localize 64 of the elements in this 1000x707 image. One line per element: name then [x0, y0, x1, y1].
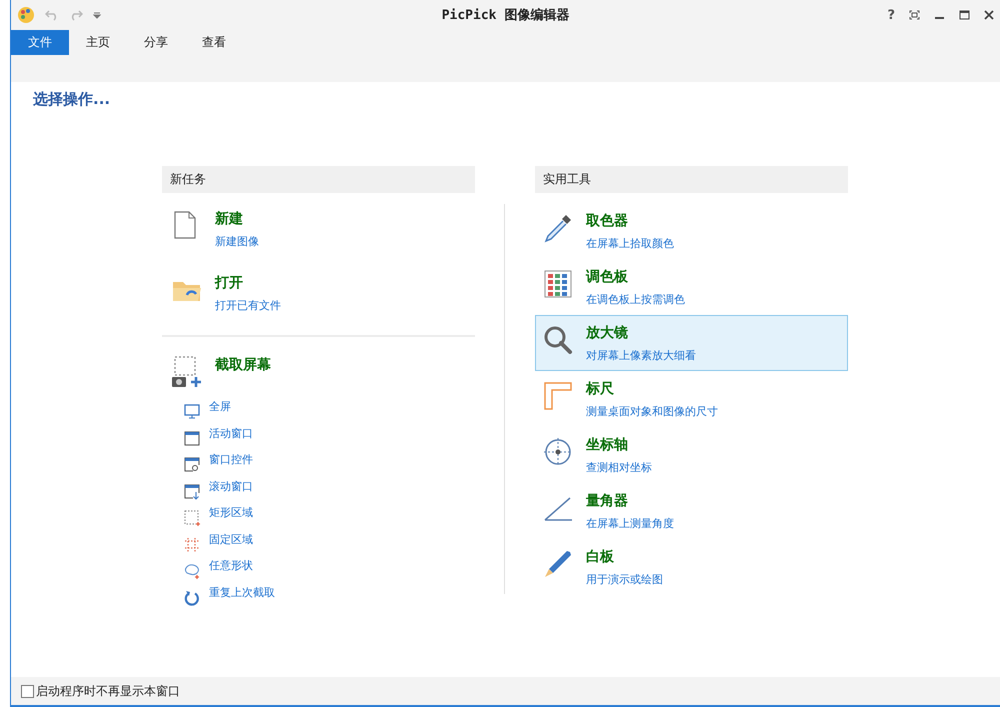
ruler-icon — [542, 380, 574, 412]
ribbon-tab[interactable]: 分享 — [127, 30, 185, 55]
tool-title: 量角器 — [586, 492, 628, 510]
ribbon-tab[interactable]: 文件 — [11, 30, 69, 55]
task-title[interactable]: 打开 — [215, 274, 243, 292]
tool-title: 坐标轴 — [586, 436, 628, 454]
lasso-icon — [184, 563, 200, 580]
tool-description: 在屏幕上测量角度 — [586, 516, 674, 531]
window-search-icon — [184, 457, 200, 474]
tool-description: 测量桌面对象和图像的尺寸 — [586, 404, 718, 419]
tool-description: 在调色板上按需调色 — [586, 292, 685, 307]
capture-option[interactable]: 窗口控件 — [209, 452, 253, 467]
monitor-icon — [184, 404, 200, 420]
checkbox-label[interactable]: 启动程序时不再显示本窗口 — [36, 682, 180, 700]
tool-description: 查测相对坐标 — [586, 460, 652, 475]
grid-icon — [184, 536, 200, 553]
task-description: 打开已有文件 — [215, 298, 281, 313]
fullscreen-icon[interactable] — [909, 10, 920, 20]
tool-description: 对屏幕上像素放大细看 — [586, 348, 696, 363]
repeat-icon — [184, 590, 200, 606]
tool-title: 调色板 — [586, 268, 628, 286]
app-logo-icon — [17, 6, 35, 24]
capture-option[interactable]: 滚动窗口 — [209, 478, 253, 494]
capture-option[interactable]: 重复上次截取 — [209, 584, 275, 600]
task-title[interactable]: 新建 — [215, 210, 243, 228]
window-arrow-icon — [184, 484, 200, 500]
task-title[interactable]: 截取屏幕 — [215, 356, 271, 374]
screen-capture-icon — [171, 356, 203, 388]
capture-option[interactable]: 固定区域 — [209, 532, 253, 546]
capture-option[interactable]: 任意形状 — [209, 558, 253, 573]
tool-description: 用于演示或绘图 — [586, 572, 663, 587]
tool-title: 白板 — [586, 548, 614, 566]
window-icon — [184, 430, 200, 447]
capture-option[interactable]: 全屏 — [209, 399, 231, 414]
dropdown-icon[interactable] — [93, 11, 101, 19]
capture-option[interactable]: 活动窗口 — [209, 426, 253, 440]
tool-item[interactable]: 量角器 在屏幕上测量角度 — [535, 483, 848, 539]
pen-icon — [542, 548, 574, 580]
task-description: 新建图像 — [215, 234, 259, 249]
checkbox[interactable] — [21, 684, 34, 698]
tool-title: 放大镜 — [586, 324, 628, 342]
window-title: PicPick 图像编辑器 — [442, 8, 570, 23]
tool-title: 标尺 — [586, 380, 614, 398]
tool-description: 在屏幕上拾取颜色 — [586, 236, 674, 251]
maximize-icon[interactable] — [959, 10, 970, 20]
dashed-rectangle-icon — [184, 510, 200, 526]
page-heading: 选择操作... — [33, 90, 110, 109]
tool-item-highlight[interactable]: 放大镜 对屏幕上像素放大细看 — [535, 315, 848, 371]
tool-item[interactable]: 白板 用于演示或绘图 — [535, 539, 848, 595]
help-button[interactable]: ? — [887, 8, 895, 22]
close-icon[interactable] — [984, 10, 994, 20]
tool-item[interactable]: 坐标轴 查测相对坐标 — [535, 427, 848, 483]
magnifier-icon — [542, 324, 574, 356]
ribbon-tab[interactable]: 查看 — [185, 30, 243, 55]
tool-item[interactable]: 调色板 在调色板上按需调色 — [535, 259, 848, 315]
palette-icon — [542, 268, 574, 300]
capture-option[interactable]: 矩形区域 — [209, 505, 253, 520]
section-header: 实用工具 — [535, 166, 848, 193]
ribbon-tab[interactable]: 主页 — [69, 30, 127, 55]
tool-title: 取色器 — [586, 212, 628, 230]
tool-item[interactable]: 取色器 在屏幕上拾取颜色 — [535, 203, 848, 259]
dropper-icon — [542, 212, 574, 244]
section-header: 新任务 — [162, 166, 475, 193]
tool-item[interactable]: 标尺 测量桌面对象和图像的尺寸 — [535, 371, 848, 427]
